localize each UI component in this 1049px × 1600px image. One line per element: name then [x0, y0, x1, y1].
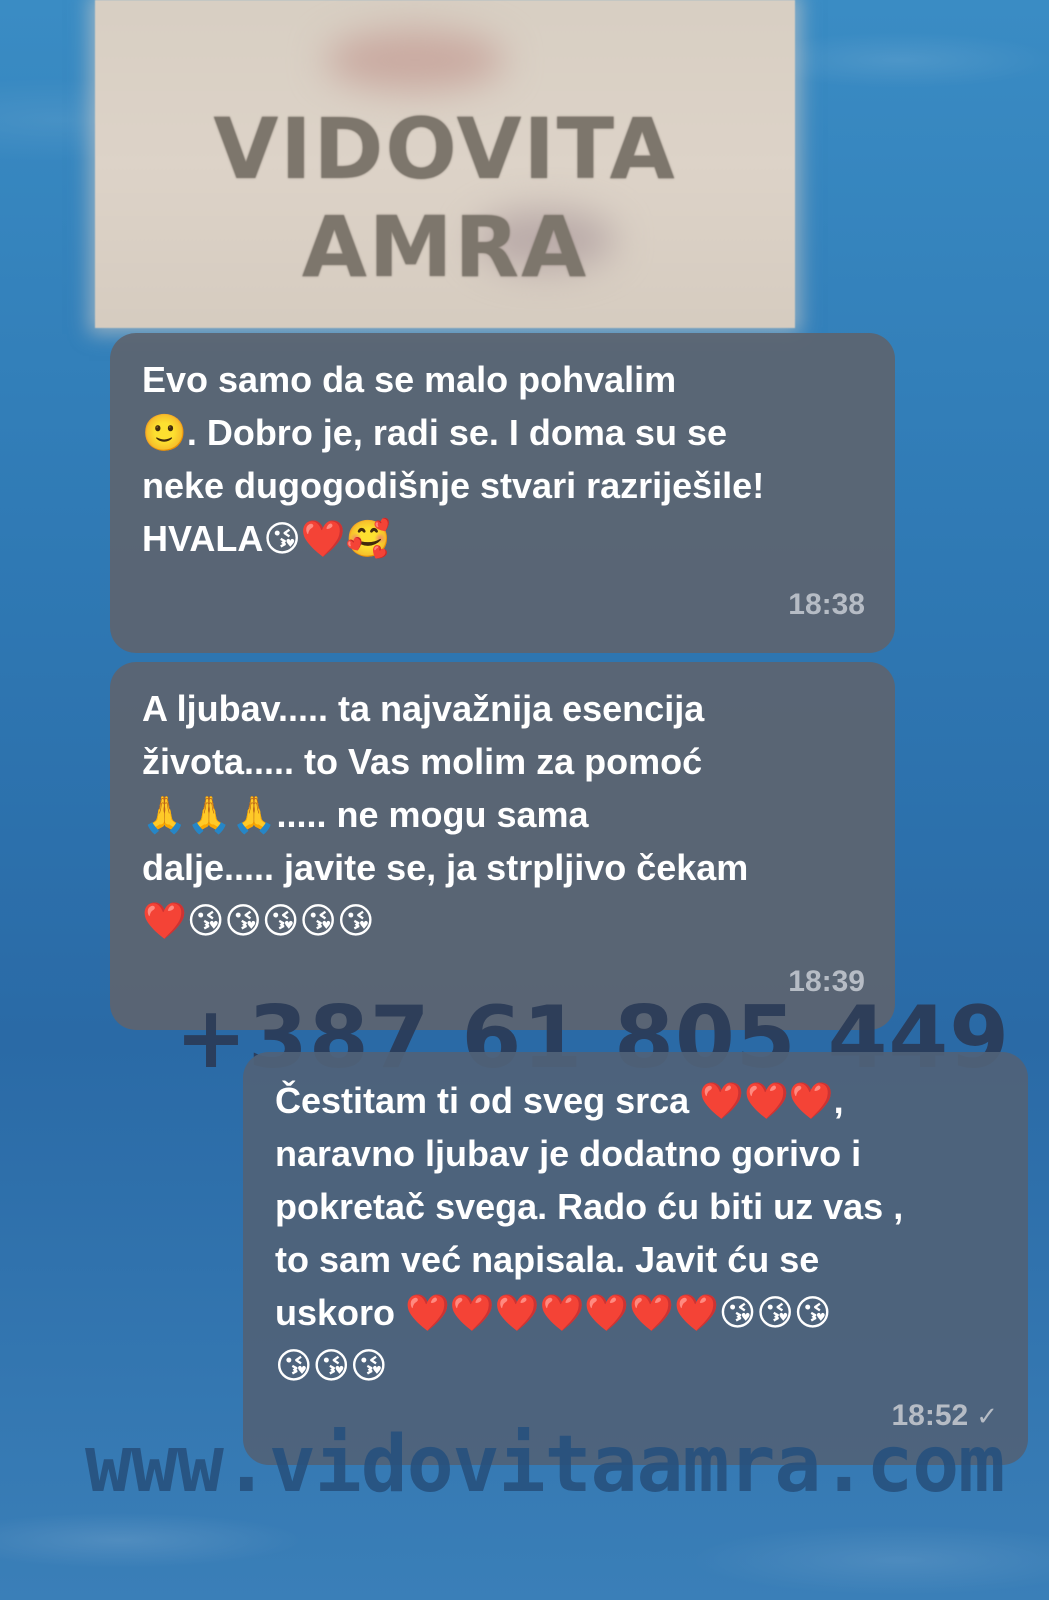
message-text: Evo samo da se malo pohvalim 🙂. Dobro je…	[142, 359, 765, 559]
message-bubble-incoming[interactable]: A ljubav..... ta najvažnija esencija živ…	[110, 662, 895, 1030]
website-url-watermark: www.vidovitaamra.com	[85, 1420, 1005, 1510]
message-text: A ljubav..... ta najvažnija esencija živ…	[142, 688, 749, 941]
message-bubble-incoming[interactable]: Evo samo da se malo pohvalim 🙂. Dobro je…	[110, 333, 895, 653]
media-title-watermark: VIDOVITA AMRA	[213, 100, 677, 296]
message-text: Čestitam ti od sveg srca ❤️❤️❤️, naravno…	[275, 1080, 904, 1386]
blurred-image-attachment[interactable]: VIDOVITA AMRA	[95, 0, 795, 328]
message-time: 18:38	[788, 588, 865, 621]
message-bubble-outgoing[interactable]: Čestitam ti od sveg srca ❤️❤️❤️, naravno…	[243, 1052, 1028, 1465]
blur-spot	[325, 30, 505, 90]
